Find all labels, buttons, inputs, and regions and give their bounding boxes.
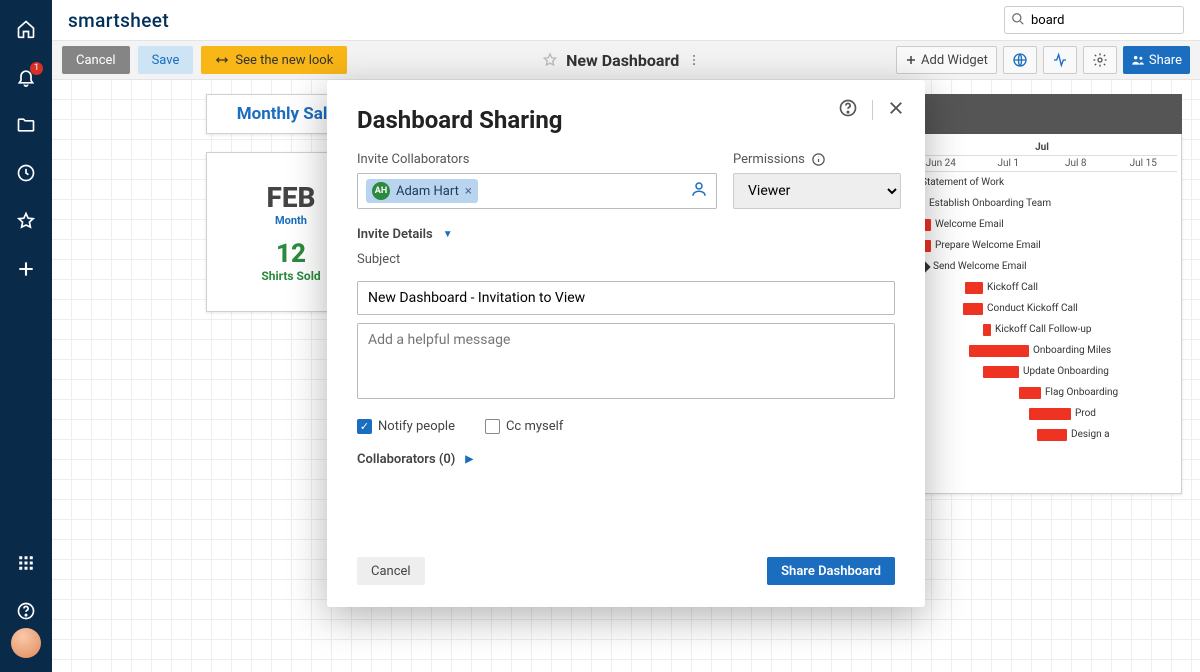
notifications-icon[interactable]: 1 bbox=[15, 66, 37, 88]
home-icon[interactable] bbox=[15, 18, 37, 40]
more-vertical-icon[interactable] bbox=[687, 53, 701, 67]
modal-title: Dashboard Sharing bbox=[357, 106, 895, 134]
permissions-label: Permissions bbox=[733, 152, 805, 167]
subject-input[interactable] bbox=[357, 281, 895, 315]
chip-name: Adam Hart bbox=[396, 184, 459, 199]
invite-details-toggle[interactable]: Invite Details ▼ bbox=[357, 227, 895, 242]
notify-checkbox[interactable]: ✓ Notify people bbox=[357, 419, 455, 434]
divider bbox=[872, 100, 873, 120]
add-widget-label: Add Widget bbox=[921, 53, 988, 68]
person-picker-icon[interactable] bbox=[690, 180, 708, 202]
checkbox-checked-icon: ✓ bbox=[357, 419, 372, 434]
invite-details-label: Invite Details bbox=[357, 227, 433, 242]
cancel-button[interactable]: Cancel bbox=[62, 46, 130, 74]
favorites-icon[interactable] bbox=[15, 210, 37, 232]
settings-button[interactable] bbox=[1083, 46, 1117, 74]
activity-icon bbox=[1052, 52, 1068, 68]
folder-icon[interactable] bbox=[15, 114, 37, 136]
publish-button[interactable] bbox=[1003, 46, 1037, 74]
sharing-modal: Dashboard Sharing Invite Collaborators A… bbox=[327, 80, 925, 607]
user-avatar[interactable] bbox=[11, 628, 41, 658]
collaborators-label: Collaborators (0) bbox=[357, 452, 455, 467]
cc-label: Cc myself bbox=[506, 419, 563, 434]
see-new-look-button[interactable]: See the new look bbox=[201, 46, 347, 74]
add-widget-button[interactable]: Add Widget bbox=[896, 46, 997, 74]
collaborator-chip: AH Adam Hart × bbox=[366, 179, 478, 203]
chip-remove-icon[interactable]: × bbox=[465, 184, 472, 199]
collaborators-toggle[interactable]: Collaborators (0) ▶ bbox=[357, 452, 895, 467]
gear-icon bbox=[1092, 52, 1108, 68]
chevron-down-icon: ▼ bbox=[443, 229, 453, 240]
activity-button[interactable] bbox=[1043, 46, 1077, 74]
search-icon bbox=[1011, 12, 1025, 26]
add-icon[interactable] bbox=[15, 258, 37, 280]
top-bar: smartsheet bbox=[52, 0, 1200, 40]
notify-label: Notify people bbox=[378, 419, 455, 434]
subject-label: Subject bbox=[357, 252, 895, 267]
help-icon[interactable] bbox=[838, 98, 858, 122]
invite-label: Invite Collaborators bbox=[357, 152, 717, 167]
modal-overlay: Dashboard Sharing Invite Collaborators A… bbox=[52, 80, 1200, 672]
collaborator-input[interactable]: AH Adam Hart × bbox=[357, 173, 717, 209]
chevron-right-icon: ▶ bbox=[465, 454, 473, 465]
switch-icon bbox=[215, 53, 229, 67]
chip-avatar: AH bbox=[372, 182, 390, 200]
star-outline-icon[interactable] bbox=[542, 52, 558, 68]
left-nav-rail: 1 bbox=[0, 0, 52, 672]
search-input[interactable] bbox=[1004, 6, 1184, 34]
cc-checkbox[interactable]: Cc myself bbox=[485, 419, 563, 434]
info-icon[interactable] bbox=[811, 152, 826, 167]
notification-badge: 1 bbox=[30, 62, 43, 75]
dashboard-canvas: Monthly Sales FEB Month 12 Shirts Sold J… bbox=[52, 80, 1200, 672]
close-icon[interactable] bbox=[887, 99, 905, 121]
checkbox-icon bbox=[485, 419, 500, 434]
permissions-select[interactable]: Viewer bbox=[733, 173, 901, 209]
logo: smartsheet bbox=[68, 9, 169, 32]
dashboard-toolbar: Cancel Save See the new look New Dashboa… bbox=[52, 40, 1200, 80]
modal-cancel-button[interactable]: Cancel bbox=[357, 557, 425, 585]
apps-icon[interactable] bbox=[15, 552, 37, 574]
globe-icon bbox=[1012, 52, 1028, 68]
share-button[interactable]: Share bbox=[1123, 46, 1190, 74]
plus-icon bbox=[905, 54, 917, 66]
save-button[interactable]: Save bbox=[138, 46, 194, 74]
share-dashboard-button[interactable]: Share Dashboard bbox=[767, 557, 895, 585]
dashboard-title: New Dashboard bbox=[566, 51, 679, 70]
help-icon[interactable] bbox=[15, 600, 37, 622]
message-input[interactable] bbox=[357, 323, 895, 399]
share-label: Share bbox=[1149, 53, 1182, 68]
people-icon bbox=[1131, 53, 1145, 67]
see-new-look-label: See the new look bbox=[235, 53, 333, 68]
recents-icon[interactable] bbox=[15, 162, 37, 184]
